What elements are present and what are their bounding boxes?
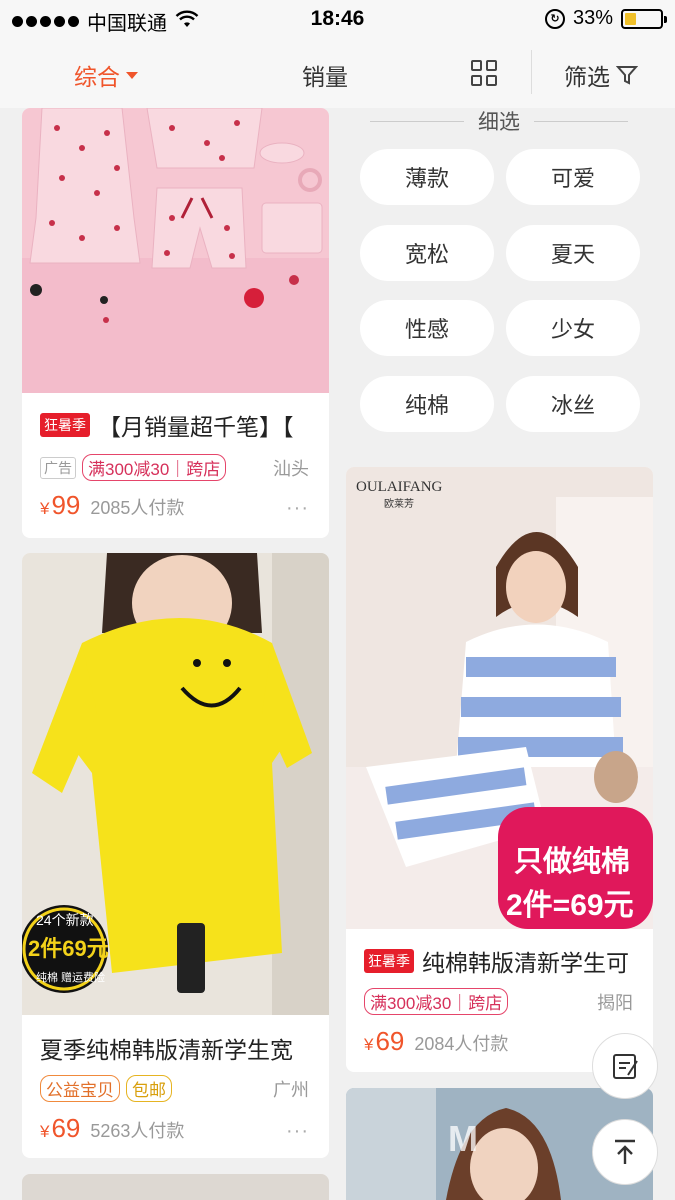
- product-city: 广州: [273, 1079, 309, 1100]
- filter-chip[interactable]: 可爱: [506, 149, 640, 205]
- product-price-row: ¥69 2084人付款: [364, 1026, 633, 1057]
- product-card[interactable]: OULAIFANG 欧莱芳 只做纯棉 2件=69元 狂暑季 纯棉韩版清新学生可 …: [346, 467, 653, 1072]
- product-price: ¥99: [40, 490, 80, 521]
- product-image[interactable]: OULAIFANG 欧莱芳 只做纯棉 2件=69元: [346, 467, 653, 929]
- more-icon[interactable]: ···: [286, 497, 309, 520]
- caret-down-icon: [126, 71, 138, 79]
- product-meta: 满300减30｜跨店 揭阳: [364, 988, 633, 1015]
- image-brand: OULAIFANG: [356, 479, 443, 495]
- grid-view-icon[interactable]: [471, 60, 497, 86]
- promo-tag: 满300减30｜跨店: [364, 988, 509, 1015]
- charity-tag: 公益宝贝: [40, 1075, 120, 1102]
- sort-sales[interactable]: 销量: [302, 58, 348, 92]
- filter-label: 筛选: [564, 64, 610, 90]
- image-badge-sub: 纯棉 赠运费险: [36, 970, 105, 984]
- sort-comprehensive-label: 综合: [74, 64, 120, 90]
- refine-header: 细选: [370, 108, 628, 134]
- product-title: 纯棉韩版清新学生可: [422, 950, 629, 976]
- sort-comprehensive[interactable]: 综合: [74, 58, 138, 92]
- status-right: ↻ 33%: [544, 7, 667, 30]
- status-bar: 中国联通 18:46 ↻ 33%: [0, 0, 675, 38]
- back-to-top-button[interactable]: [592, 1119, 658, 1185]
- product-title: 夏季纯棉韩版清新学生宽: [40, 1037, 293, 1063]
- product-meta: 广告 满300减30｜跨店 汕头: [40, 454, 309, 481]
- product-card[interactable]: 狂暑季 【月销量超千笔】【 广告 满300减30｜跨店 汕头 ¥99 2085人…: [22, 108, 329, 538]
- product-title-row[interactable]: 狂暑季 【月销量超千笔】【: [40, 408, 311, 442]
- product-title-row[interactable]: 夏季纯棉韩版清新学生宽: [40, 1031, 311, 1065]
- watermark-logo: M: [448, 1118, 480, 1159]
- promo-tag: 满300减30｜跨店: [82, 454, 227, 481]
- image-badge-main: 2件69元: [28, 936, 109, 961]
- battery-percent: 33%: [572, 7, 613, 29]
- product-price: ¥69: [40, 1113, 80, 1144]
- refine-title: 细选: [478, 111, 520, 134]
- filter-chip[interactable]: 薄款: [360, 149, 494, 205]
- product-title: 【月销量超千笔】【: [98, 414, 294, 440]
- rotation-lock-icon: ↻: [544, 8, 565, 29]
- back-to-top-icon: [615, 1139, 635, 1164]
- battery-fill: [625, 12, 636, 25]
- more-icon[interactable]: ···: [286, 1120, 309, 1143]
- filter-chip[interactable]: 宽松: [360, 225, 494, 281]
- image-banner-price: 2件=69元: [506, 889, 634, 922]
- currency-symbol: ¥: [40, 499, 50, 518]
- filter-chip[interactable]: 夏天: [506, 225, 640, 281]
- product-card[interactable]: 24个新款 2件69元 纯棉 赠运费险 夏季纯棉韩版清新学生宽 公益宝贝 包邮 …: [22, 553, 329, 1158]
- product-city: 揭阳: [597, 992, 633, 1013]
- product-city: 汕头: [273, 458, 309, 479]
- product-title-row[interactable]: 狂暑季 纯棉韩版清新学生可: [364, 944, 635, 978]
- free-shipping-tag: 包邮: [126, 1075, 172, 1102]
- sort-bar: 综合 销量 筛选: [0, 38, 675, 108]
- price-value: 69: [51, 1113, 81, 1143]
- funnel-icon: [616, 66, 638, 85]
- price-value: 69: [375, 1026, 405, 1056]
- product-price: ¥69: [364, 1026, 404, 1057]
- filter-chip[interactable]: 冰丝: [506, 376, 640, 432]
- promo-badge: 狂暑季: [40, 413, 90, 437]
- product-price-row: ¥69 5263人付款 ···: [40, 1113, 309, 1144]
- image-badge-top: 24个新款: [36, 912, 94, 928]
- filter-chip[interactable]: 性感: [360, 300, 494, 356]
- divider: [534, 120, 628, 122]
- product-meta: 公益宝贝 包邮 广州: [40, 1075, 309, 1102]
- currency-symbol: ¥: [40, 1122, 50, 1141]
- ad-tag: 广告: [40, 456, 76, 479]
- product-price-row: ¥99 2085人付款 ···: [40, 490, 309, 521]
- promo-badge: 狂暑季: [364, 949, 414, 973]
- filter-chip[interactable]: 纯棉: [360, 376, 494, 432]
- price-value: 99: [51, 490, 81, 520]
- battery-icon: [621, 8, 667, 29]
- image-banner: 只做纯棉: [514, 845, 630, 878]
- product-image[interactable]: [22, 108, 329, 393]
- product-card[interactable]: [22, 1174, 329, 1200]
- filter-chip[interactable]: 少女: [506, 300, 640, 356]
- image-brand-cn: 欧莱芳: [384, 497, 414, 510]
- product-image[interactable]: 24个新款 2件69元 纯棉 赠运费险: [22, 553, 329, 1015]
- paid-count: 5263人付款: [90, 1121, 185, 1141]
- edit-icon: [613, 1054, 638, 1079]
- filter-button[interactable]: 筛选: [564, 58, 638, 92]
- divider: [531, 50, 532, 94]
- divider: [370, 120, 464, 122]
- paid-count: 2085人付款: [90, 498, 185, 518]
- currency-symbol: ¥: [364, 1035, 374, 1054]
- paid-count: 2084人付款: [414, 1034, 509, 1054]
- edit-button[interactable]: [592, 1033, 658, 1099]
